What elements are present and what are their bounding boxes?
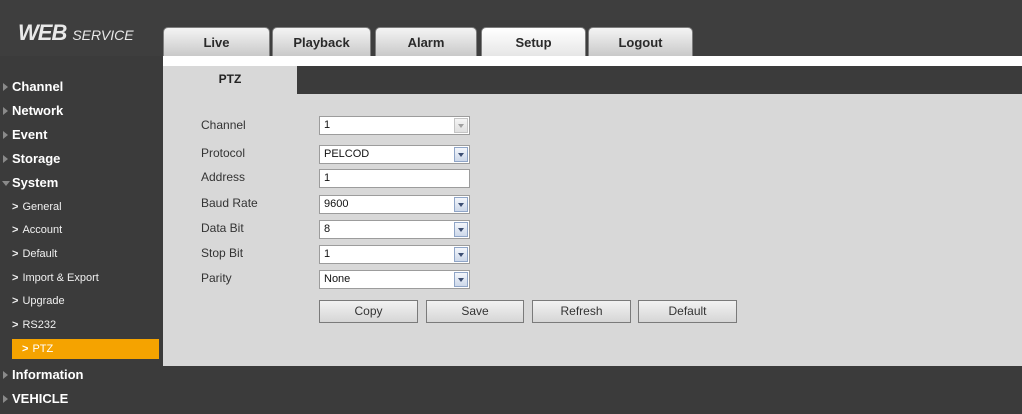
sidebar-item-label: PTZ (32, 343, 54, 355)
tab-live[interactable]: Live (163, 27, 270, 56)
sidebar-item-label: Network (12, 103, 64, 118)
chevron-right-icon: > (12, 319, 19, 331)
chevron-right-icon: > (12, 224, 19, 236)
chevron-right-icon: > (12, 248, 19, 260)
baud-rate-select[interactable]: 9600 (319, 195, 470, 214)
settings-panel (163, 94, 1022, 366)
tab-ptz[interactable]: PTZ (163, 66, 297, 94)
channel-value: 1 (324, 119, 331, 131)
default-button[interactable]: Default (638, 300, 737, 323)
chevron-down-icon (454, 197, 468, 212)
chevron-right-icon: > (22, 343, 29, 355)
chevron-right-icon: > (12, 201, 19, 213)
sidebar-item-default[interactable]: > Default (0, 244, 163, 265)
chevron-down-icon (454, 222, 468, 237)
protocol-value: PELCOD (324, 148, 370, 160)
collapse-arrow-icon (2, 181, 10, 186)
sidebar-item-rs232[interactable]: > RS232 (0, 315, 163, 336)
sidebar-item-upgrade[interactable]: > Upgrade (0, 291, 163, 312)
sidebar-item-label: Import & Export (22, 272, 99, 284)
logo: WEB SERVICE (18, 20, 134, 46)
sidebar-item-system[interactable]: System (0, 172, 163, 194)
sidebar-item-label: Event (12, 127, 48, 142)
chevron-down-icon (454, 247, 468, 262)
sidebar-item-vehicle[interactable]: VEHICLE (0, 388, 163, 410)
tab-logout[interactable]: Logout (588, 27, 693, 56)
expand-arrow-icon (3, 131, 8, 139)
save-button[interactable]: Save (426, 300, 524, 323)
parity-value: None (324, 273, 351, 285)
tab-setup[interactable]: Setup (481, 27, 586, 56)
sidebar-item-ptz[interactable]: > PTZ (12, 339, 159, 359)
sidebar-item-label: Account (22, 224, 63, 236)
sidebar-item-label: Upgrade (22, 295, 65, 307)
data-bit-label: Data Bit (201, 221, 244, 235)
chevron-down-icon (454, 147, 468, 162)
expand-arrow-icon (3, 395, 8, 403)
sidebar-item-general[interactable]: > General (0, 197, 163, 218)
baud-rate-label: Baud Rate (201, 196, 258, 210)
sidebar-item-import-export[interactable]: > Import & Export (0, 268, 163, 289)
chevron-right-icon: > (12, 295, 19, 307)
tab-alarm[interactable]: Alarm (375, 27, 477, 56)
sidebar-item-label: Storage (12, 151, 61, 166)
logo-sub-text: SERVICE (72, 27, 134, 43)
data-bit-select[interactable]: 8 (319, 220, 470, 239)
copy-button[interactable]: Copy (319, 300, 418, 323)
stop-bit-select[interactable]: 1 (319, 245, 470, 264)
expand-arrow-icon (3, 107, 8, 115)
sidebar-item-information[interactable]: Information (0, 364, 163, 386)
refresh-button[interactable]: Refresh (532, 300, 631, 323)
expand-arrow-icon (3, 371, 8, 379)
footer-band (163, 366, 1022, 414)
data-bit-value: 8 (324, 223, 331, 235)
channel-label: Channel (201, 118, 246, 132)
stop-bit-label: Stop Bit (201, 246, 244, 260)
expand-arrow-icon (3, 83, 8, 91)
baud-rate-value: 9600 (324, 198, 349, 210)
parity-select[interactable]: None (319, 270, 470, 289)
chevron-down-icon (454, 118, 468, 133)
sidebar-item-channel[interactable]: Channel (0, 76, 163, 98)
header-bar: WEB SERVICE Live Playback Alarm Setup Log… (0, 0, 1022, 56)
sidebar-item-label: VEHICLE (12, 391, 69, 406)
sidebar-item-label: Default (22, 248, 58, 260)
sidebar-item-label: System (12, 175, 59, 190)
sidebar: Channel Network Event Storage System > Ge… (0, 56, 163, 414)
sidebar-item-label: RS232 (22, 319, 57, 331)
address-value: 1 (324, 172, 331, 184)
sidebar-item-label: General (22, 201, 62, 213)
chevron-down-icon (454, 272, 468, 287)
sidebar-item-label: Channel (12, 79, 64, 94)
address-input[interactable]: 1 (319, 169, 470, 188)
protocol-select[interactable]: PELCOD (319, 145, 470, 164)
sidebar-item-network[interactable]: Network (0, 100, 163, 122)
tab-playback[interactable]: Playback (272, 27, 371, 56)
sidebar-item-event[interactable]: Event (0, 124, 163, 146)
logo-main-text: WEB (18, 20, 67, 45)
sidebar-item-storage[interactable]: Storage (0, 148, 163, 170)
channel-select[interactable]: 1 (319, 116, 470, 135)
stop-bit-value: 1 (324, 248, 331, 260)
parity-label: Parity (201, 271, 232, 285)
address-label: Address (201, 170, 246, 184)
protocol-label: Protocol (201, 146, 246, 160)
chevron-right-icon: > (12, 272, 19, 284)
sidebar-item-account[interactable]: > Account (0, 220, 163, 241)
sidebar-item-label: Information (12, 367, 84, 382)
expand-arrow-icon (3, 155, 8, 163)
